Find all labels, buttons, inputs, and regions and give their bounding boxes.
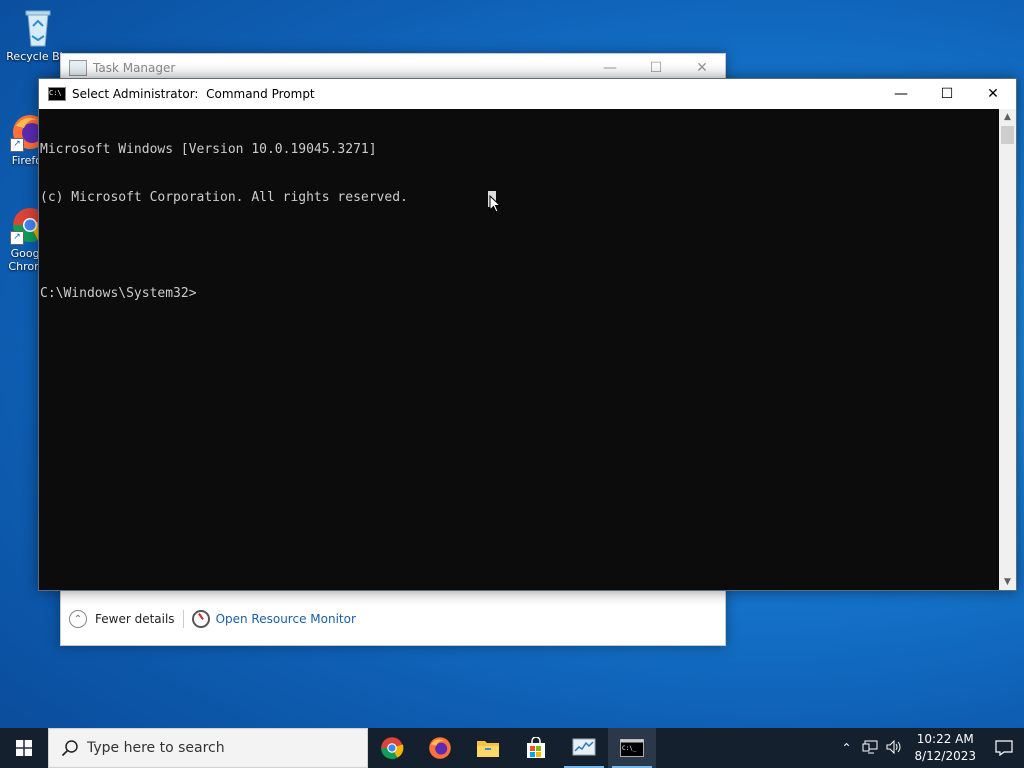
minimize-button[interactable]: — — [587, 60, 633, 76]
console-line: (c) Microsoft Corporation. All rights re… — [40, 190, 408, 205]
file-explorer-icon — [477, 741, 499, 757]
task-manager-title: Task Manager — [93, 61, 176, 75]
taskbar-task-manager[interactable] — [560, 728, 608, 768]
shortcut-arrow-icon: ↗ — [10, 231, 24, 245]
vertical-scrollbar[interactable]: ▲ ▼ — [999, 109, 1016, 590]
notification-center-button[interactable] — [984, 728, 1024, 768]
clock[interactable]: 10:22 AM 8/12/2023 — [914, 731, 976, 765]
taskbar-microsoft-store[interactable] — [512, 728, 560, 768]
start-button[interactable] — [0, 728, 48, 768]
search-icon — [61, 740, 78, 757]
close-button[interactable]: ✕ — [679, 60, 725, 76]
scrollbar-thumb[interactable] — [1001, 126, 1014, 144]
taskbar-chrome[interactable] — [368, 728, 416, 768]
console-line: Microsoft Windows [Version 10.0.19045.32… — [40, 142, 377, 157]
svg-text:C:\_: C:\_ — [622, 745, 637, 752]
task-manager-footer: ⌃ Fewer details Open Resource Monitor — [61, 593, 725, 645]
command-prompt-icon: C:\ — [48, 87, 66, 101]
resource-monitor-icon — [191, 610, 210, 628]
recycle-bin-icon — [18, 8, 58, 48]
mouse-pointer-icon — [489, 195, 501, 213]
taskbar-search-box[interactable]: Type here to search — [48, 728, 368, 768]
task-manager-icon — [69, 60, 87, 76]
open-resource-monitor-label: Open Resource Monitor — [215, 612, 356, 626]
command-prompt-titlebar[interactable]: C:\ Select Administrator: Command Prompt… — [39, 79, 1016, 109]
search-placeholder: Type here to search — [87, 740, 225, 756]
store-icon — [527, 737, 545, 758]
chevron-up-icon: ⌃ — [69, 610, 87, 628]
maximize-button[interactable]: ☐ — [633, 60, 679, 76]
command-prompt-title: Select Administrator: Command Prompt — [72, 87, 315, 101]
firefox-icon — [429, 737, 451, 759]
taskbar: Type here to search C:\_ ⌃ 10:22 AM 8/12… — [0, 728, 1024, 768]
task-manager-icon — [572, 738, 596, 756]
chrome-icon — [381, 737, 404, 760]
taskbar-command-prompt[interactable]: C:\_ — [608, 728, 656, 768]
fewer-details-label: Fewer details — [95, 612, 175, 626]
minimize-button[interactable]: — — [878, 79, 924, 109]
volume-icon[interactable] — [882, 739, 906, 757]
maximize-button[interactable]: ☐ — [924, 79, 970, 109]
clock-date: 8/12/2023 — [914, 749, 976, 763]
system-tray: ⌃ 10:22 AM 8/12/2023 — [834, 728, 1024, 768]
open-resource-monitor-link[interactable]: Open Resource Monitor — [191, 610, 356, 628]
divider — [182, 610, 184, 628]
taskbar-firefox[interactable] — [416, 728, 464, 768]
command-prompt-icon: C:\_ — [620, 739, 644, 757]
scroll-up-icon[interactable]: ▲ — [999, 109, 1016, 125]
scroll-down-icon[interactable]: ▼ — [999, 574, 1016, 590]
shortcut-arrow-icon: ↗ — [10, 138, 24, 152]
show-hidden-icons-icon[interactable]: ⌃ — [834, 741, 858, 755]
taskbar-file-explorer[interactable] — [464, 728, 512, 768]
windows-logo-icon — [16, 740, 32, 756]
console-prompt-line: C:\Windows\System32> — [40, 286, 197, 301]
command-prompt-window[interactable]: C:\ Select Administrator: Command Prompt… — [38, 78, 1017, 591]
fewer-details-button[interactable]: ⌃ Fewer details — [69, 610, 175, 628]
network-icon[interactable] — [858, 740, 882, 757]
close-button[interactable]: ✕ — [970, 79, 1016, 109]
notification-icon — [995, 740, 1013, 756]
clock-time: 10:22 AM — [916, 732, 974, 746]
console-output[interactable]: Microsoft Windows [Version 10.0.19045.32… — [39, 109, 999, 590]
